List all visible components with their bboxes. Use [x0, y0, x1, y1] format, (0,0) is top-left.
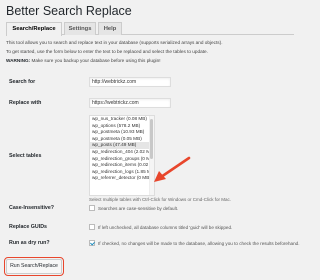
dry-run-label: Run as dry run?	[9, 240, 50, 246]
warning-text: Make sure you backup your database befor…	[30, 58, 161, 63]
warning-label: WARNING:	[6, 58, 31, 63]
search-label: Search for	[9, 79, 36, 85]
table-option[interactable]: wp_postmeta (10.93 MB)	[90, 129, 154, 136]
table-option[interactable]: wp_referrer_detector (0 MB)	[90, 175, 154, 182]
dry-run-description: If checked, no changes will be made to t…	[98, 241, 300, 246]
table-option[interactable]: wp_redirection_logs (1.85 MB)	[90, 169, 154, 176]
table-option[interactable]: wp_redirection_items (0.02 MB)	[90, 162, 154, 169]
case-insensitive-description: Searches are case-sensitive by default.	[98, 206, 179, 211]
backup-warning: WARNING: Make sure you backup your datab…	[6, 58, 161, 63]
table-option[interactable]: wp_options (578.2 MB)	[90, 123, 154, 130]
intro-text: This tool allows you to search and repla…	[6, 40, 223, 45]
tab-search-replace[interactable]: Search/Replace	[6, 22, 62, 36]
table-option[interactable]: wp_posts (47.49 MB)	[90, 142, 154, 149]
tables-hint: Select multiple tables with Ctrl-Click f…	[89, 197, 232, 202]
scroll-thumb[interactable]	[150, 119, 153, 159]
search-input[interactable]: http://webtrickz.com	[89, 77, 171, 87]
tab-help[interactable]: Help	[98, 22, 122, 35]
replace-input[interactable]: https://webtrickz.com	[89, 98, 171, 108]
case-insensitive-label: Case-Insensitive?	[9, 205, 55, 211]
replace-guids-label: Replace GUIDs	[9, 224, 47, 230]
case-insensitive-checkbox[interactable]	[89, 205, 95, 211]
dry-run-checkbox[interactable]	[89, 240, 95, 246]
table-option[interactable]: wp_nus_tracker (0.08 MB)	[90, 116, 154, 123]
red-arrow-icon	[154, 156, 191, 182]
replace-guids-checkbox[interactable]	[89, 224, 95, 230]
table-option[interactable]: wp_postmeta (0.05 MB)	[90, 136, 154, 143]
replace-label: Replace with	[9, 100, 42, 106]
select-tables-label: Select tables	[9, 153, 42, 159]
table-option[interactable]: wp_redirection_404 (2.02 MB)	[90, 149, 154, 156]
intro-instructions: To get started, use the form below to en…	[6, 49, 208, 54]
tab-settings[interactable]: Settings	[64, 22, 96, 35]
tab-bar: Search/Replace Settings Help	[6, 22, 294, 36]
tables-options: wp_nus_tracker (0.08 MB) wp_options (578.…	[90, 116, 154, 182]
replace-guids-description: If left unchecked, all database columns …	[98, 225, 233, 230]
run-search-replace-button[interactable]: Run Search/Replace	[4, 257, 64, 276]
tables-listbox[interactable]: wp_nus_tracker (0.08 MB) wp_options (578.…	[89, 115, 155, 196]
table-option[interactable]: wp_redirection_groups (0 MB)	[90, 156, 154, 163]
page-title: Better Search Replace	[6, 4, 132, 18]
